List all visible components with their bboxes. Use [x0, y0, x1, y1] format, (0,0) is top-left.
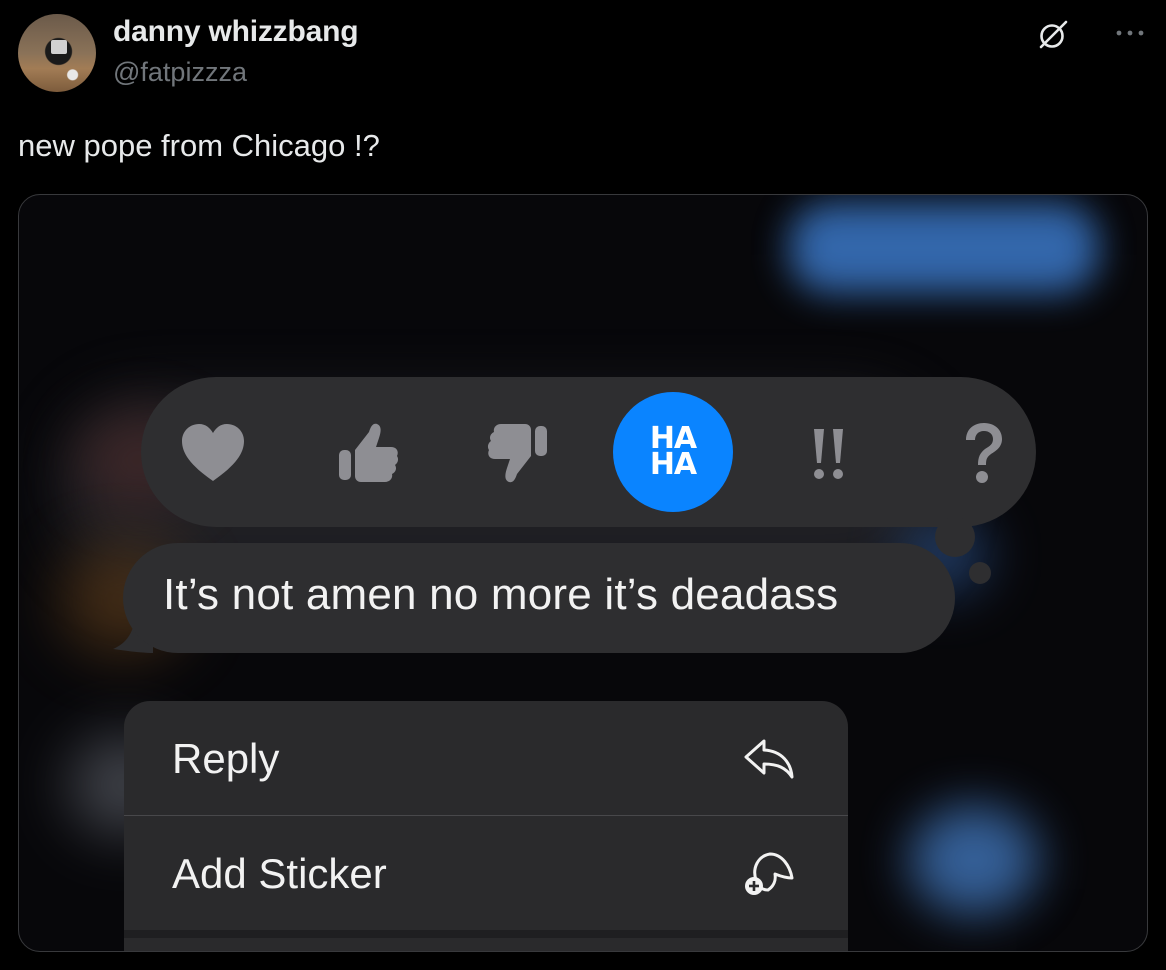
haha-icon[interactable]: HA HA — [611, 390, 735, 514]
thumbs-down-icon[interactable] — [466, 401, 570, 505]
avatar[interactable] — [18, 14, 96, 92]
reply-arrow-icon — [744, 739, 794, 779]
blurred-background — [789, 203, 1099, 293]
reaction-bar-tail — [969, 562, 991, 584]
grok-icon[interactable] — [1036, 18, 1070, 52]
blurred-background — [909, 805, 1039, 915]
tapback-reaction-bar: HA HA — [141, 377, 1036, 527]
context-menu: Reply Add Sticker — [124, 701, 848, 951]
menu-item-reply[interactable]: Reply — [124, 701, 848, 815]
double-exclamation-icon[interactable] — [778, 401, 882, 505]
user-handle[interactable]: @fatpizzza — [113, 57, 247, 88]
menu-divider — [124, 930, 848, 938]
display-name[interactable]: danny whizzbang — [113, 15, 359, 49]
question-icon[interactable] — [931, 401, 1035, 505]
heart-icon[interactable] — [161, 401, 265, 505]
add-sticker-icon — [745, 852, 794, 895]
tweet-media-image[interactable]: HA HA It’s not amen no more it’s deadass — [18, 194, 1148, 952]
message-text: It’s not amen no more it’s deadass — [163, 570, 839, 619]
menu-item-label: Add Sticker — [172, 850, 387, 897]
menu-item-label: Reply — [172, 735, 280, 782]
thumbs-up-icon[interactable] — [316, 401, 420, 505]
menu-item-add-sticker[interactable]: Add Sticker — [124, 816, 848, 930]
more-icon[interactable] — [1112, 18, 1148, 48]
tweet-text: new pope from Chicago !? — [18, 128, 380, 163]
reaction-bar-tail — [935, 517, 975, 557]
haha-line-2: HA — [649, 447, 697, 482]
